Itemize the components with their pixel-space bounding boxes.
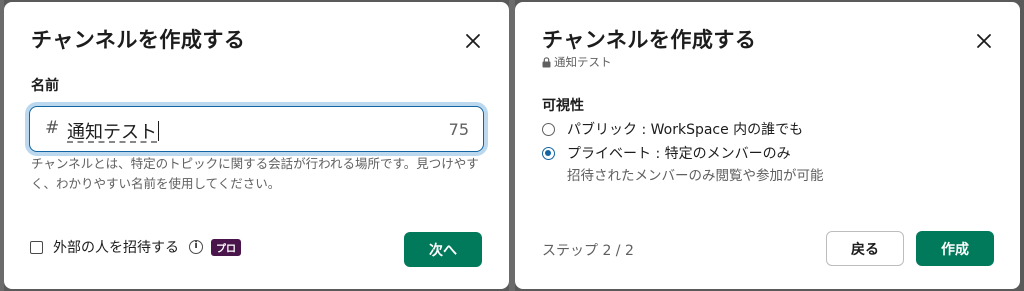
create-channel-modal-step2: チャンネルを作成する 通知テスト 可視性 パブリック : WorkSpace 内… [515,2,1020,289]
info-icon[interactable]: i [189,240,203,254]
visibility-option-private[interactable]: プライベート : 特定のメンバーのみ [542,143,791,163]
back-button[interactable]: 戻る [826,231,904,266]
close-button[interactable] [459,27,487,55]
invite-external-row: 外部の人を招待する i プロ [30,237,241,257]
lock-icon [542,56,551,67]
modal-title: チャンネルを作成する [31,28,246,52]
close-button[interactable] [970,27,998,55]
text-caret [158,121,159,141]
name-field-label: 名前 [31,78,59,94]
channel-name-text: 通知テスト [67,122,157,143]
hash-icon: # [45,118,60,138]
next-button[interactable]: 次へ [404,232,482,267]
step-indicator: ステップ 2 / 2 [542,243,634,259]
channel-name-input[interactable]: # 通知テスト 75 [29,106,484,152]
channel-name-text: 通知テスト [554,55,612,69]
close-icon [977,34,991,48]
channel-name-value: 通知テスト [67,118,159,144]
close-icon [466,34,480,48]
private-radio[interactable] [542,146,555,160]
create-channel-modal-step1: チャンネルを作成する 名前 # 通知テスト 75 チャンネルとは、特定のトピック… [4,2,509,289]
invite-external-checkbox[interactable] [30,240,43,254]
help-text: チャンネルとは、特定のトピックに関する会話が行われる場所です。見つけやすく、わか… [31,156,479,191]
public-radio[interactable] [542,122,555,136]
private-label: プライベート : 特定のメンバーのみ [567,146,791,162]
private-description: 招待されたメンバーのみ閲覧や参加が可能 [567,168,824,184]
create-button[interactable]: 作成 [916,231,994,266]
visibility-option-public[interactable]: パブリック : WorkSpace 内の誰でも [542,119,803,139]
pro-badge: プロ [211,238,241,256]
public-label: パブリック : WorkSpace 内の誰でも [567,122,804,138]
visibility-label: 可視性 [542,98,584,114]
invite-external-label: 外部の人を招待する [53,240,179,256]
channel-name-subtitle: 通知テスト [542,54,612,70]
modal-title: チャンネルを作成する [542,28,757,52]
character-counter: 75 [448,120,469,139]
